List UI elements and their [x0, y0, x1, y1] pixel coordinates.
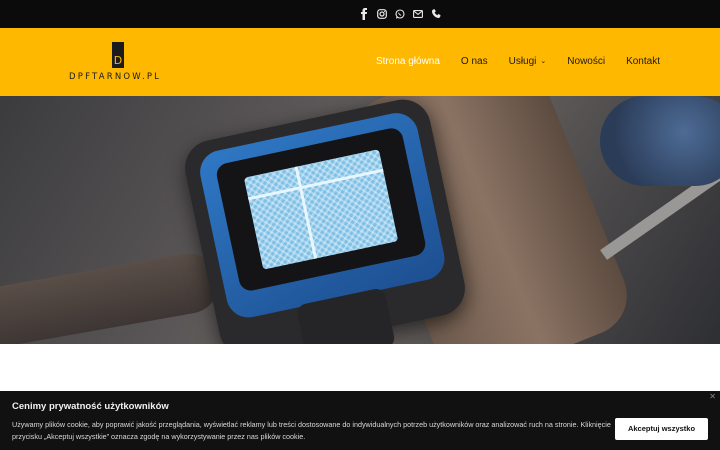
cookie-text: Używamy plików cookie, aby poprawić jako… [12, 420, 611, 441]
logo-mark [112, 42, 124, 68]
cookie-title: Cenimy prywatność użytkowników [12, 401, 169, 412]
instagram-icon[interactable] [377, 8, 387, 20]
nav-item-about[interactable]: O nas [461, 55, 488, 69]
device-screen [243, 149, 399, 270]
content-band [0, 344, 720, 391]
logo-text: DPFTARNOW.PL [69, 72, 162, 82]
social-links [359, 8, 441, 20]
hero-glove [600, 96, 720, 186]
accept-all-button[interactable]: Akceptuj wszystko [615, 418, 708, 440]
cookie-banner: ✕ Cenimy prywatność użytkowników Używamy… [0, 391, 720, 450]
hero-diagnostic-device [179, 96, 471, 344]
chevron-down-icon: ⌄ [540, 58, 547, 65]
nav-item-services-label: Usługi [508, 56, 537, 67]
facebook-icon[interactable] [359, 8, 369, 20]
hero-pipe-lower [0, 248, 224, 344]
nav-item-news[interactable]: Nowości [567, 55, 605, 69]
device-bezel [214, 126, 428, 293]
nav-item-services[interactable]: Usługi ⌄ [509, 55, 547, 69]
close-icon[interactable]: ✕ [709, 392, 716, 401]
nav-item-home[interactable]: Strona główna [376, 55, 440, 69]
nav-item-contact[interactable]: Kontakt [626, 55, 660, 69]
hero-image [0, 96, 720, 344]
site-header: DPFTARNOW.PL Strona główna O nas Usługi⌄… [0, 28, 720, 96]
whatsapp-icon[interactable] [395, 8, 405, 20]
mail-icon[interactable] [413, 8, 423, 20]
phone-icon[interactable] [431, 8, 441, 20]
main-nav: Strona główna O nas Usługi ⌄ Nowości Kont… [355, 55, 660, 69]
site-logo[interactable]: DPFTARNOW.PL [69, 42, 179, 84]
top-bar [0, 0, 720, 28]
device-housing [196, 109, 449, 322]
